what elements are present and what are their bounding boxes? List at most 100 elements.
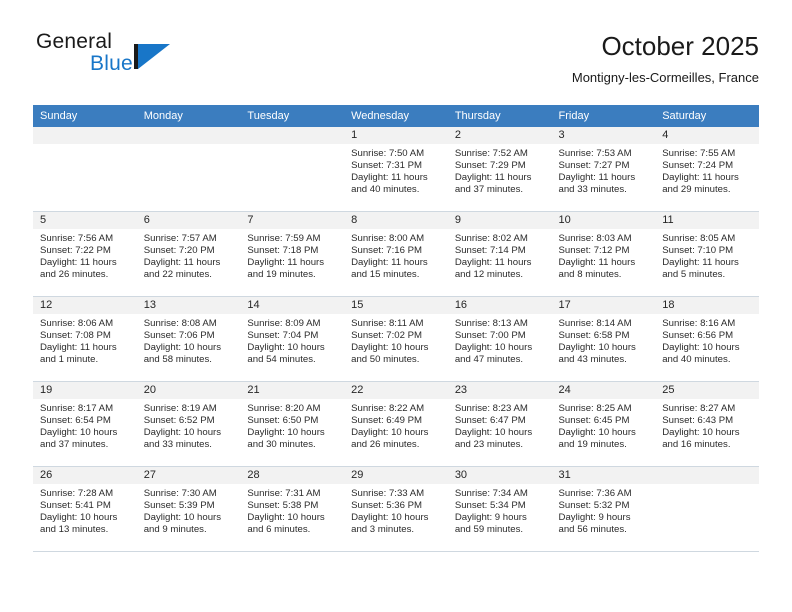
sunrise-text: Sunrise: 7:50 AM [351, 148, 425, 159]
daylight-text-line1: Daylight: 10 hours [454, 427, 533, 439]
daylight-text-line2: and 6 minutes. [247, 524, 311, 536]
calendar-week-row: 26 Sunrise: 7:28 AM Sunset: 5:41 PM Dayl… [33, 466, 759, 552]
sunrise-text: Sunrise: 8:02 AM [454, 233, 528, 244]
daylight-text-line1: Daylight: 9 hours [558, 512, 631, 524]
sunrise-text: Sunrise: 8:03 AM [558, 233, 632, 244]
day-details: Sunrise: 7:56 AM Sunset: 7:22 PM Dayligh… [33, 229, 137, 281]
daylight-text-line1: Daylight: 10 hours [143, 427, 222, 439]
daylight-text-line1: Daylight: 10 hours [247, 512, 325, 524]
day-cell[interactable]: 22 Sunrise: 8:22 AM Sunset: 6:49 PM Dayl… [344, 381, 448, 467]
day-cell[interactable]: 12 Sunrise: 8:06 AM Sunset: 7:08 PM Dayl… [33, 296, 137, 382]
day-cell[interactable]: 25 Sunrise: 8:27 AM Sunset: 6:43 PM Dayl… [655, 381, 759, 467]
day-cell[interactable]: 24 Sunrise: 8:25 AM Sunset: 6:45 PM Dayl… [551, 381, 656, 467]
day-cell[interactable]: 10 Sunrise: 8:03 AM Sunset: 7:12 PM Dayl… [551, 211, 656, 297]
day-cell[interactable]: 28 Sunrise: 7:31 AM Sunset: 5:38 PM Dayl… [240, 466, 345, 552]
day-cell[interactable]: 14 Sunrise: 8:09 AM Sunset: 7:04 PM Dayl… [240, 296, 345, 382]
day-details: Sunrise: 8:11 AM Sunset: 7:02 PM Dayligh… [344, 314, 448, 366]
daylight-text-line1: Daylight: 11 hours [351, 257, 428, 269]
calendar-header-row: Sunday Monday Tuesday Wednesday Thursday… [33, 105, 759, 127]
sunrise-text: Sunrise: 7:36 AM [558, 488, 632, 499]
day-cell[interactable]: 3 Sunrise: 7:53 AM Sunset: 7:27 PM Dayli… [551, 127, 656, 212]
brand-logo[interactable]: General Blue [33, 30, 253, 88]
sunrise-text: Sunrise: 8:05 AM [662, 233, 736, 244]
day-number: 24 [551, 382, 656, 399]
sunset-text: Sunset: 5:36 PM [351, 500, 423, 512]
day-details: Sunrise: 7:34 AM Sunset: 5:34 PM Dayligh… [448, 484, 552, 536]
sunset-text: Sunset: 7:08 PM [40, 330, 111, 342]
day-details: Sunrise: 7:31 AM Sunset: 5:38 PM Dayligh… [240, 484, 344, 536]
day-number [240, 127, 345, 144]
weekday-header-saturday: Saturday [655, 105, 759, 127]
sunrise-text: Sunrise: 8:06 AM [40, 318, 114, 329]
sunrise-text: Sunrise: 7:53 AM [558, 148, 632, 159]
day-cell[interactable]: 19 Sunrise: 8:17 AM Sunset: 6:54 PM Dayl… [33, 381, 137, 467]
day-cell[interactable]: 7 Sunrise: 7:59 AM Sunset: 7:18 PM Dayli… [240, 211, 345, 297]
sunrise-text: Sunrise: 7:52 AM [454, 148, 528, 159]
day-cell-empty [240, 127, 345, 212]
daylight-text-line1: Daylight: 10 hours [40, 427, 118, 439]
daylight-text-line2: and 56 minutes. [558, 524, 627, 536]
sunset-text: Sunset: 7:31 PM [351, 160, 423, 172]
day-number: 8 [344, 212, 448, 229]
brand-name-blue: Blue [90, 52, 133, 75]
sunset-text: Sunset: 7:18 PM [247, 245, 319, 257]
sunset-text: Sunset: 7:06 PM [143, 330, 215, 342]
day-cell[interactable]: 4 Sunrise: 7:55 AM Sunset: 7:24 PM Dayli… [655, 127, 759, 212]
sunrise-text: Sunrise: 8:08 AM [143, 318, 217, 329]
day-details: Sunrise: 7:52 AM Sunset: 7:29 PM Dayligh… [448, 144, 552, 196]
day-cell[interactable]: 11 Sunrise: 8:05 AM Sunset: 7:10 PM Dayl… [655, 211, 759, 297]
day-number [655, 467, 759, 484]
sunrise-text: Sunrise: 8:11 AM [351, 318, 424, 329]
day-cell[interactable]: 9 Sunrise: 8:02 AM Sunset: 7:14 PM Dayli… [447, 211, 552, 297]
day-cell[interactable]: 1 Sunrise: 7:50 AM Sunset: 7:31 PM Dayli… [344, 127, 448, 212]
daylight-text-line2: and 59 minutes. [454, 524, 524, 536]
day-cell[interactable]: 8 Sunrise: 8:00 AM Sunset: 7:16 PM Dayli… [344, 211, 448, 297]
day-details: Sunrise: 8:20 AM Sunset: 6:50 PM Dayligh… [240, 399, 344, 451]
daylight-text-line1: Daylight: 10 hours [247, 342, 325, 354]
day-cell[interactable]: 23 Sunrise: 8:23 AM Sunset: 6:47 PM Dayl… [447, 381, 552, 467]
day-number: 1 [344, 127, 448, 144]
daylight-text-line1: Daylight: 11 hours [351, 172, 428, 184]
sunrise-text: Sunrise: 8:22 AM [351, 403, 425, 414]
sunrise-text: Sunrise: 8:23 AM [454, 403, 528, 414]
daylight-text-line2: and 29 minutes. [662, 184, 731, 196]
day-cell[interactable]: 2 Sunrise: 7:52 AM Sunset: 7:29 PM Dayli… [447, 127, 552, 212]
day-cell[interactable]: 31 Sunrise: 7:36 AM Sunset: 5:32 PM Dayl… [551, 466, 656, 552]
daylight-text-line2: and 15 minutes. [351, 269, 420, 281]
day-cell[interactable]: 13 Sunrise: 8:08 AM Sunset: 7:06 PM Dayl… [136, 296, 241, 382]
sunset-text: Sunset: 6:54 PM [40, 415, 111, 427]
sunset-text: Sunset: 6:47 PM [454, 415, 526, 427]
day-cell[interactable]: 6 Sunrise: 7:57 AM Sunset: 7:20 PM Dayli… [136, 211, 241, 297]
daylight-text-line1: Daylight: 10 hours [143, 512, 222, 524]
day-number: 27 [136, 467, 241, 484]
day-details: Sunrise: 8:22 AM Sunset: 6:49 PM Dayligh… [344, 399, 448, 451]
day-details: Sunrise: 8:00 AM Sunset: 7:16 PM Dayligh… [344, 229, 448, 281]
sunset-text: Sunset: 5:32 PM [558, 500, 630, 512]
calendar-week-row: 19 Sunrise: 8:17 AM Sunset: 6:54 PM Dayl… [33, 381, 759, 467]
day-cell[interactable]: 21 Sunrise: 8:20 AM Sunset: 6:50 PM Dayl… [240, 381, 345, 467]
day-cell[interactable]: 29 Sunrise: 7:33 AM Sunset: 5:36 PM Dayl… [344, 466, 448, 552]
daylight-text-line2: and 33 minutes. [558, 184, 627, 196]
calendar-week-row: 5 Sunrise: 7:56 AM Sunset: 7:22 PM Dayli… [33, 211, 759, 297]
day-details: Sunrise: 8:06 AM Sunset: 7:08 PM Dayligh… [33, 314, 137, 366]
daylight-text-line1: Daylight: 11 hours [558, 257, 636, 269]
day-details: Sunrise: 7:50 AM Sunset: 7:31 PM Dayligh… [344, 144, 448, 196]
daylight-text-line1: Daylight: 11 hours [143, 257, 221, 269]
day-cell[interactable]: 16 Sunrise: 8:13 AM Sunset: 7:00 PM Dayl… [447, 296, 552, 382]
sunset-text: Sunset: 7:29 PM [454, 160, 526, 172]
day-cell[interactable]: 5 Sunrise: 7:56 AM Sunset: 7:22 PM Dayli… [33, 211, 137, 297]
day-cell[interactable]: 30 Sunrise: 7:34 AM Sunset: 5:34 PM Dayl… [447, 466, 552, 552]
day-cell[interactable]: 15 Sunrise: 8:11 AM Sunset: 7:02 PM Dayl… [344, 296, 448, 382]
day-cell[interactable]: 26 Sunrise: 7:28 AM Sunset: 5:41 PM Dayl… [33, 466, 137, 552]
day-cell[interactable]: 17 Sunrise: 8:14 AM Sunset: 6:58 PM Dayl… [551, 296, 656, 382]
day-number: 9 [447, 212, 552, 229]
day-cell[interactable]: 27 Sunrise: 7:30 AM Sunset: 5:39 PM Dayl… [136, 466, 241, 552]
sunset-text: Sunset: 7:22 PM [40, 245, 111, 257]
day-details: Sunrise: 7:33 AM Sunset: 5:36 PM Dayligh… [344, 484, 448, 536]
daylight-text-line2: and 26 minutes. [351, 439, 420, 451]
day-cell[interactable]: 20 Sunrise: 8:19 AM Sunset: 6:52 PM Dayl… [136, 381, 241, 467]
day-details: Sunrise: 8:09 AM Sunset: 7:04 PM Dayligh… [240, 314, 344, 366]
sunrise-text: Sunrise: 7:34 AM [454, 488, 528, 499]
sunset-text: Sunset: 5:41 PM [40, 500, 111, 512]
day-cell[interactable]: 18 Sunrise: 8:16 AM Sunset: 6:56 PM Dayl… [655, 296, 759, 382]
